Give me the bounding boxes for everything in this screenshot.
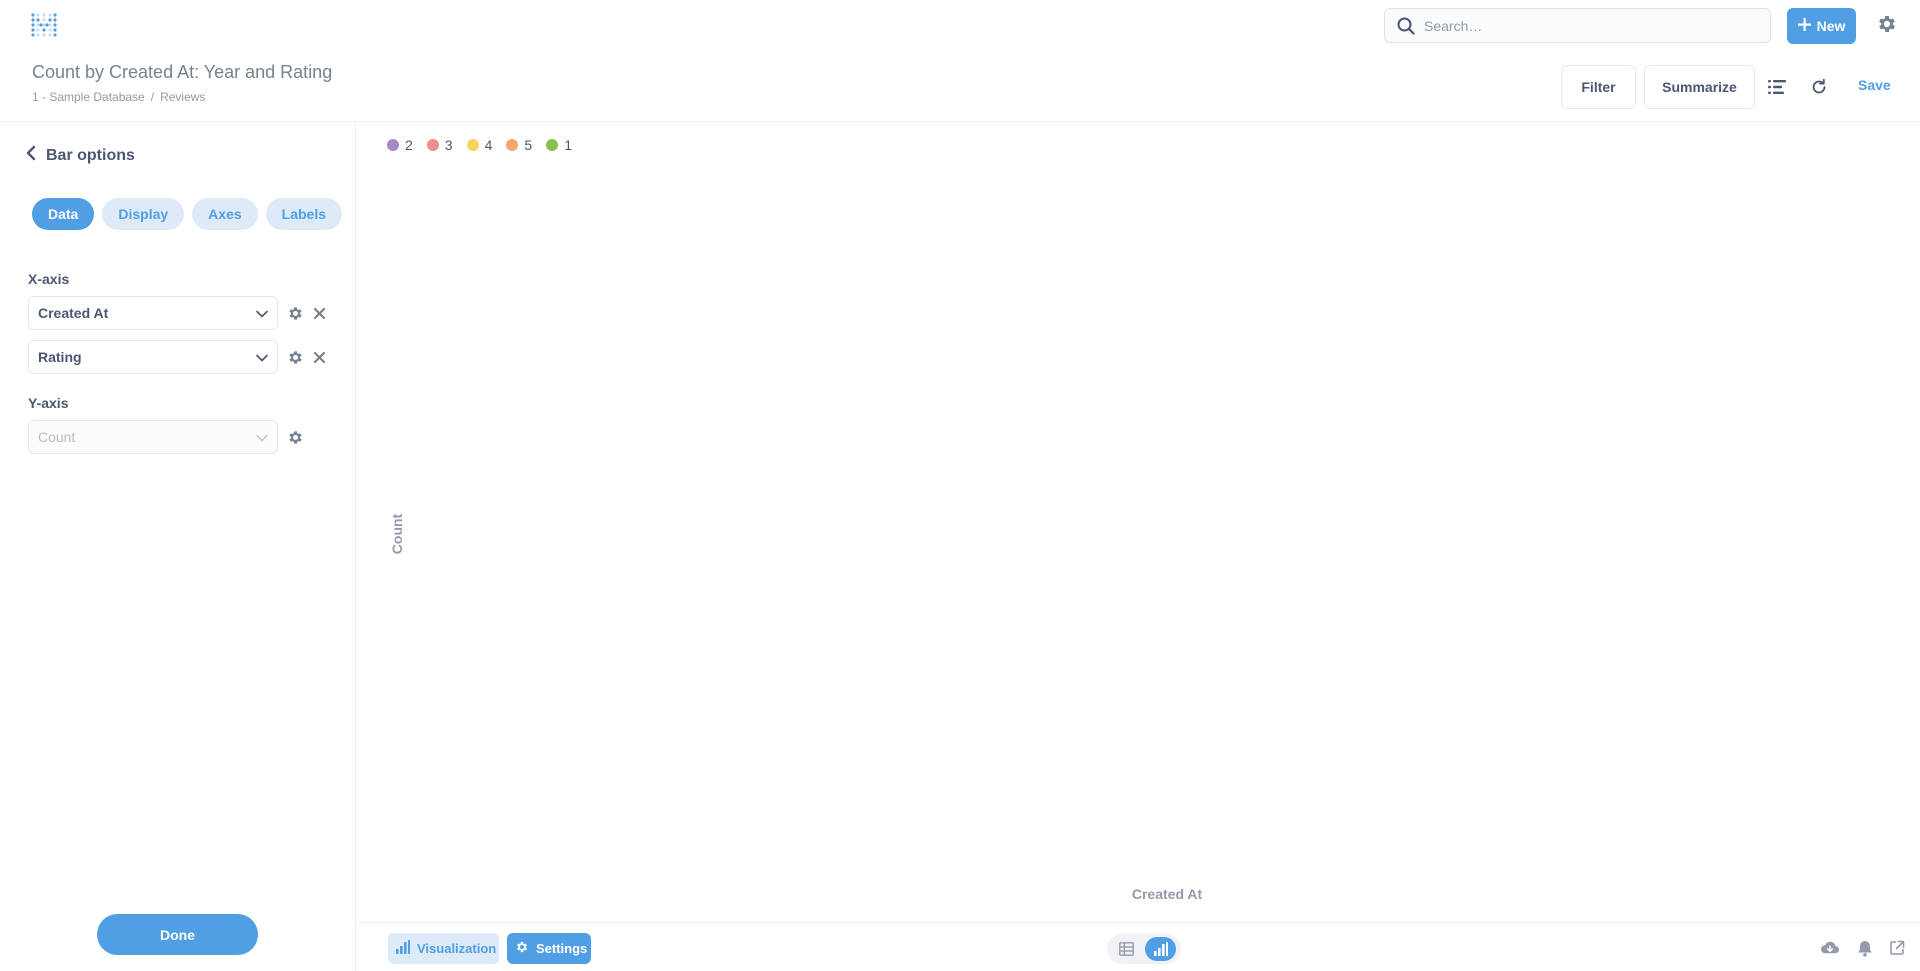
legend-item[interactable]: 2 [387,137,413,153]
view-toggle [1107,934,1181,964]
legend-label: 4 [484,137,493,153]
view-footer: Visualization Settings [357,922,1920,971]
refresh-icon[interactable] [1808,76,1830,98]
chevron-down-icon [256,349,268,365]
legend-label: 1 [564,137,572,153]
download-icon[interactable] [1820,938,1840,958]
field-settings-gear-icon[interactable] [286,428,304,446]
gear-icon [515,940,529,957]
bar-chart-icon [396,940,410,957]
remove-field-close-icon[interactable] [310,304,328,322]
x-axis-field-select-1[interactable]: Created At [28,296,278,330]
legend-item[interactable]: 4 [466,137,493,153]
chevron-left-icon [26,145,36,166]
new-button[interactable]: New [1787,8,1856,44]
search-input[interactable] [1424,17,1744,34]
tab-data[interactable]: Data [32,198,95,230]
sidebar-title: Bar options [46,146,135,164]
tab-labels[interactable]: Labels [265,198,342,230]
legend-dot [546,139,559,151]
share-external-icon[interactable] [1887,938,1907,958]
bell-icon[interactable] [1855,938,1875,958]
filter-button[interactable]: Filter [1561,65,1636,109]
tab-axes[interactable]: Axes [192,198,258,230]
legend-item[interactable]: 3 [426,137,453,153]
select-value: Rating [38,349,82,365]
visualization-button[interactable]: Visualization [388,933,499,964]
new-button-label: New [1816,18,1846,34]
breadcrumb-separator: / [150,90,155,104]
settings-tabs: Data Display Axes Labels [32,198,342,230]
settings-button[interactable]: Settings [507,933,591,964]
legend-label: 2 [405,137,413,153]
legend-label: 3 [444,137,453,153]
metabase-logo-icon[interactable] [30,11,58,39]
y-axis-title: Count [389,513,405,555]
chart-settings-sidebar: Bar options Data Display Axes Labels X-a… [0,122,356,971]
field-settings-gear-icon[interactable] [286,348,304,366]
settings-gear-icon[interactable] [1876,13,1900,37]
remove-field-close-icon[interactable] [310,348,328,366]
tab-display[interactable]: Display [102,198,185,230]
plus-icon [1797,18,1811,34]
table-view-icon[interactable] [1111,937,1142,961]
select-value: Created At [38,305,109,321]
y-axis-label: Y-axis [28,395,69,411]
page-title[interactable]: Count by Created At: Year and Rating [32,62,332,83]
settings-label: Settings [536,941,588,956]
legend-dot [506,139,519,151]
notebook-editor-icon[interactable] [1766,76,1788,98]
search-icon [1396,16,1416,36]
legend-label: 5 [524,137,533,153]
summarize-button[interactable]: Summarize [1644,65,1755,109]
breadcrumb: 1 - Sample Database / Reviews [32,90,205,104]
save-button[interactable]: Save [1858,77,1891,93]
field-settings-gear-icon[interactable] [286,304,304,322]
x-axis-label: X-axis [28,271,70,287]
chevron-down-icon [256,429,268,445]
legend-dot [426,139,439,151]
chart-view-icon[interactable] [1145,937,1176,961]
search-bar[interactable] [1384,8,1771,43]
chart-area: 2 3 4 5 1 Count Created At [357,122,1920,922]
legend-dot [387,139,399,151]
visualization-label: Visualization [417,941,497,956]
legend-dot [466,139,479,151]
legend-item[interactable]: 5 [506,137,532,153]
done-button[interactable]: Done [97,914,258,955]
y-axis-field-select[interactable]: Count [28,420,278,454]
breadcrumb-database[interactable]: 1 - Sample Database [32,90,145,104]
legend-item[interactable]: 1 [546,137,572,153]
top-nav: New [0,0,1920,50]
question-header: Count by Created At: Year and Rating 1 -… [0,50,1920,122]
chevron-down-icon [256,305,268,321]
x-axis-field-select-2[interactable]: Rating [28,340,278,374]
x-axis-title: Created At [1131,886,1203,902]
chart-legend: 2 3 4 5 1 [387,137,572,153]
select-value: Count [38,429,76,445]
breadcrumb-table[interactable]: Reviews [160,90,205,104]
back-to-visualizations[interactable]: Bar options [26,145,135,166]
